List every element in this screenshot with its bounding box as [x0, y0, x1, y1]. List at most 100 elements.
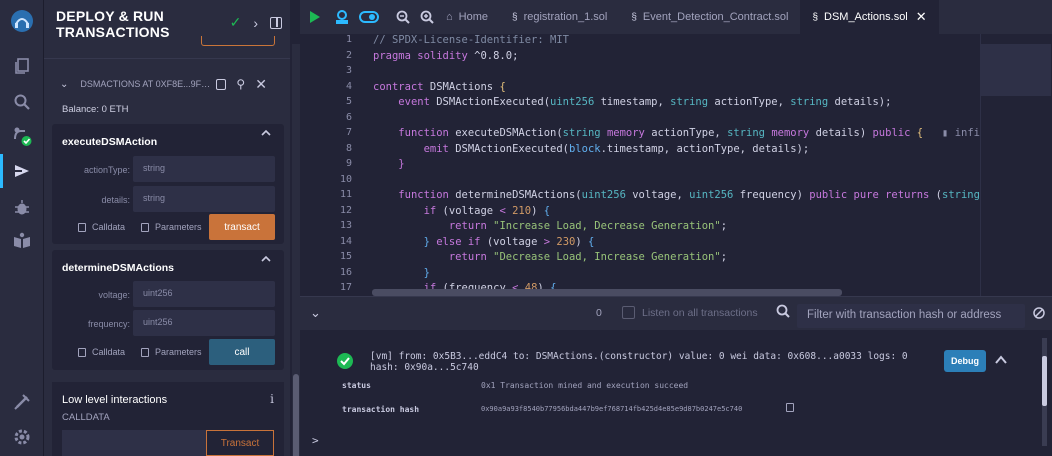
line-number: 16: [339, 266, 352, 278]
deploy-run-icon[interactable]: [10, 159, 34, 183]
panel-scrollbar[interactable]: [292, 44, 300, 456]
horizontal-scrollbar[interactable]: [372, 289, 842, 296]
line-number: 8: [345, 142, 352, 154]
tab-dsm-actions[interactable]: § DSM_Actions.sol ✕: [800, 0, 939, 34]
terminal-output[interactable]: [vm] from: 0x5B3...eddC4 to: DSMActions.…: [300, 330, 1052, 456]
line-number: 7: [345, 127, 352, 138]
collapse-terminal-icon[interactable]: ⌄: [310, 305, 321, 321]
details-input[interactable]: string: [133, 186, 275, 212]
line-number: 9: [345, 158, 352, 169]
line-number: 5: [345, 96, 352, 107]
code-editor[interactable]: 1 2 3 4 5 6 7 8 9 10 11 12 13 14 15 16 17 // SPDX-Licens…: [300, 34, 980, 296]
line-number: 13: [339, 220, 352, 231]
clear-console-icon[interactable]: [1033, 307, 1045, 322]
tab-label: Home: [458, 11, 488, 23]
transact-button[interactable]: transact: [209, 214, 275, 240]
calldata-label: Calldata: [92, 222, 126, 232]
deploy-button-edge[interactable]: [201, 36, 275, 46]
listen-checkbox[interactable]: [622, 306, 635, 319]
calldata-copy-link[interactable]: Calldata: [78, 222, 125, 232]
calldata-input[interactable]: [62, 430, 206, 456]
solidity-file-icon: §: [812, 11, 818, 23]
search-icon[interactable]: [10, 90, 34, 114]
learneth-icon[interactable]: [10, 229, 34, 253]
line-number: 12: [339, 204, 352, 216]
debug-button[interactable]: Debug: [944, 350, 986, 372]
chevron-up-icon[interactable]: [260, 253, 272, 265]
chevron-up-icon[interactable]: [994, 354, 1008, 369]
listen-label: Listen on all transactions: [642, 307, 758, 319]
plugin-manager-icon[interactable]: [10, 390, 34, 414]
chevron-up-icon[interactable]: [260, 127, 272, 139]
field-label-actiontype: actionType:: [83, 165, 130, 175]
filter-input[interactable]: Filter with transaction hash or address: [797, 304, 1025, 328]
copy-icon[interactable]: [216, 78, 227, 90]
function-title-determine: determineDSMActions: [62, 262, 175, 274]
deployed-instance-row[interactable]: ⌄ DSMACTIONS AT 0XF8E...9FBE8 ( ⚲ ✕: [52, 72, 282, 96]
solidity-file-icon: §: [631, 11, 637, 23]
active-plugin-indicator: [0, 154, 3, 188]
remix-ide: DEPLOY & RUN TRANSACTIONS ✓ › ⌄ DSMACTIO…: [0, 0, 1052, 456]
run-script-icon[interactable]: [300, 10, 330, 24]
copy-icon: [78, 347, 86, 357]
line-number-gutter: 1 2 3 4 5 6 7 8 9 10 11 12 13 14 15 16 17: [300, 34, 362, 296]
status-value: 0x1 Transaction mined and execution succ…: [481, 381, 689, 390]
tx-hash-line: hash: 0x90a...5c740: [370, 362, 479, 373]
scrollbar-thumb[interactable]: [293, 374, 299, 456]
close-tab-icon[interactable]: ✕: [916, 9, 927, 25]
tab-event-detection[interactable]: § Event_Detection_Contract.sol: [619, 0, 800, 34]
line-number: 1: [345, 34, 352, 45]
editor-minimap[interactable]: [980, 34, 1052, 296]
field-label-voltage: voltage:: [98, 290, 130, 300]
line-number: 17: [339, 282, 352, 293]
terminal-scrollbar[interactable]: [1042, 338, 1047, 446]
zoom-in-icon[interactable]: [416, 10, 438, 24]
low-level-transact-button[interactable]: Transact: [206, 430, 274, 456]
frequency-input[interactable]: uint256: [133, 310, 275, 336]
hash-key: transaction hash: [342, 405, 420, 414]
status-key: status: [342, 381, 371, 390]
calldata-copy-link[interactable]: Calldata: [78, 347, 125, 357]
parameters-copy-link[interactable]: Parameters: [141, 222, 202, 232]
console-prompt[interactable]: >: [312, 434, 319, 447]
call-button[interactable]: call: [209, 339, 275, 365]
copy-icon: [141, 222, 149, 232]
info-icon[interactable]: i: [270, 392, 274, 406]
editor-tabbar: ⌂ Home § registration_1.sol § Event_Detecti…: [300, 0, 1052, 34]
calldata-label: CALLDATA: [62, 412, 110, 423]
copy-icon[interactable]: [786, 403, 794, 412]
ai-assistant-icon[interactable]: [330, 9, 354, 25]
line-number: 2: [345, 49, 352, 61]
line-number: 10: [339, 173, 352, 185]
chevron-right-icon[interactable]: ›: [253, 15, 258, 31]
remix-logo-icon[interactable]: [9, 8, 35, 34]
divider: [44, 58, 290, 59]
settings-gear-icon[interactable]: [10, 425, 34, 449]
actiontype-input[interactable]: string: [133, 156, 275, 182]
parameters-copy-link[interactable]: Parameters: [141, 347, 202, 357]
zoom-out-icon[interactable]: [390, 10, 416, 24]
icon-rail: [0, 0, 44, 456]
voltage-input[interactable]: uint256: [133, 281, 275, 307]
minimap-viewport[interactable]: [981, 44, 1051, 96]
chevron-down-icon[interactable]: ⌄: [60, 79, 68, 90]
debugger-icon[interactable]: [10, 196, 34, 220]
file-explorer-icon[interactable]: [10, 54, 34, 78]
solidity-compiler-icon[interactable]: [10, 124, 34, 148]
tab-registration[interactable]: § registration_1.sol: [500, 0, 619, 34]
toggle-switch-icon[interactable]: [354, 11, 384, 23]
close-icon[interactable]: ✕: [255, 76, 267, 93]
toggle-panel-icon[interactable]: [270, 16, 282, 29]
tab-home[interactable]: ⌂ Home: [438, 0, 500, 34]
search-icon[interactable]: [776, 304, 790, 321]
low-level-interactions: Low level interactions i CALLDATA Transa…: [52, 382, 284, 456]
pin-icon[interactable]: ⚲: [236, 77, 245, 91]
instance-name: DSMACTIONS AT 0XF8E...9FBE8 (: [80, 79, 211, 89]
code-content[interactable]: // SPDX-License-Identifier: MIT pragma s…: [373, 34, 980, 294]
copy-icon: [78, 222, 86, 232]
low-level-title: Low level interactions: [62, 394, 168, 406]
terminal-toolbar: ⌄ 0 Listen on all transactions Filter wi…: [300, 296, 1052, 330]
parameters-label: Parameters: [155, 347, 202, 357]
tab-label: DSM_Actions.sol: [824, 11, 908, 23]
home-icon: ⌂: [446, 11, 453, 23]
